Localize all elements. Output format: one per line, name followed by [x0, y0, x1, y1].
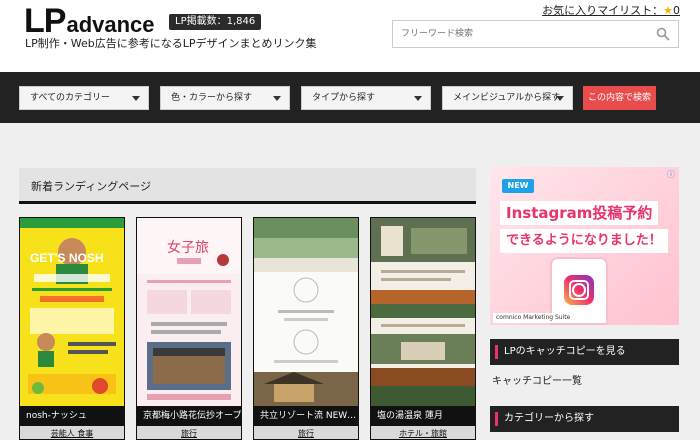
lp-thumbnail[interactable] [371, 218, 475, 406]
ad-brand-label: comnico Marketing Suite [493, 313, 574, 323]
lp-card-title[interactable]: 京都梅小路花伝抄オープ… [137, 406, 241, 426]
page: LP advance LP掲載数：1,846 LP制作・Web広告に参考になるL… [0, 0, 700, 440]
lp-thumbnail[interactable] [254, 218, 358, 406]
search-icon[interactable] [656, 27, 670, 41]
favorites-label: お気に入りマイリスト： [542, 4, 664, 17]
freeword-search [392, 20, 679, 48]
ad-headline: Instagram投稿予約 [500, 201, 659, 225]
lp-count-badge: LP掲載数：1,846 [169, 14, 262, 30]
chevron-down-icon [414, 96, 422, 101]
lp-thumbnail[interactable]: GET'S NOSH [20, 218, 124, 406]
filter-search-button[interactable]: この内容で検索 [583, 86, 656, 110]
lp-card-tag[interactable]: 芸能人 食事 [20, 426, 124, 439]
main-visual-select[interactable]: メインビジュアルから探す [442, 86, 573, 110]
section-title: 新着ランディングページ [31, 180, 152, 193]
type-select-value: タイプから探す [312, 93, 376, 103]
chevron-down-icon [132, 96, 140, 101]
site-header: LP advance LP掲載数：1,846 LP制作・Web広告に参考になるL… [0, 0, 700, 72]
star-icon: ★ [663, 4, 673, 17]
category-section-header: カテゴリーから探す [490, 406, 679, 432]
svg-text:女子旅: 女子旅 [167, 239, 209, 256]
main-visual-select-value: メインビジュアルから探す [453, 93, 561, 103]
category-select[interactable]: すべてのカテゴリー [19, 86, 149, 110]
lp-card[interactable]: GET'S NOSH nosh-ナッシュ 芸能人 食事 [19, 217, 125, 440]
sidebar-ad-banner[interactable]: ⓘ NEW Instagram投稿予約 できるようになりました！ comnico… [490, 167, 679, 325]
lp-card-title[interactable]: nosh-ナッシュ [20, 406, 124, 426]
lp-card[interactable]: 塩の湯温泉 蓮月 ホテル・旅館 [370, 217, 476, 440]
lp-card-title[interactable]: 共立リゾート流 NEW… [254, 406, 358, 426]
new-lp-section-header: 新着ランディングページ [19, 168, 476, 204]
lp-card-tag[interactable]: ホテル・旅館 [371, 426, 475, 439]
chevron-down-icon [556, 96, 564, 101]
lp-card-title[interactable]: 塩の湯温泉 蓮月 [371, 406, 475, 426]
search-input[interactable] [393, 21, 643, 47]
lp-card-tag[interactable]: 旅行 [137, 426, 241, 439]
lp-card-tag[interactable]: 旅行 [254, 426, 358, 439]
category-select-value: すべてのカテゴリー [30, 93, 111, 103]
svg-text:GET'S NOSH: GET'S NOSH [30, 251, 104, 265]
lp-thumbnail[interactable]: 女子旅 [137, 218, 241, 406]
catchcopy-list-link[interactable]: キャッチコピー一覧 [492, 372, 582, 387]
catchcopy-section-header: LPのキャッチコピーを見る [490, 339, 679, 365]
site-tagline: LP制作・Web広告に参考になるLPデザインまとめリンク集 [25, 37, 317, 50]
lp-card[interactable]: 女子旅 京都梅小路花伝抄オープ… 旅行 [136, 217, 242, 440]
color-select-value: 色・カラーから探す [171, 93, 253, 103]
ad-subheadline: できるようになりました！ [500, 229, 668, 253]
type-select[interactable]: タイプから探す [301, 86, 431, 110]
ad-info-icon[interactable]: ⓘ [665, 169, 677, 181]
instagram-icon [564, 275, 594, 305]
color-select[interactable]: 色・カラーから探す [160, 86, 290, 110]
favorites-count: 0 [673, 4, 680, 17]
favorites-mylist-link[interactable]: お気に入りマイリスト：★0 [542, 2, 680, 18]
lp-card[interactable]: 共立リゾート流 NEW… 旅行 [253, 217, 359, 440]
chevron-down-icon [273, 96, 281, 101]
ad-new-badge: NEW [502, 179, 534, 193]
filter-bar: すべてのカテゴリー 色・カラーから探す タイプから探す メインビジュアルから探す… [0, 72, 700, 123]
